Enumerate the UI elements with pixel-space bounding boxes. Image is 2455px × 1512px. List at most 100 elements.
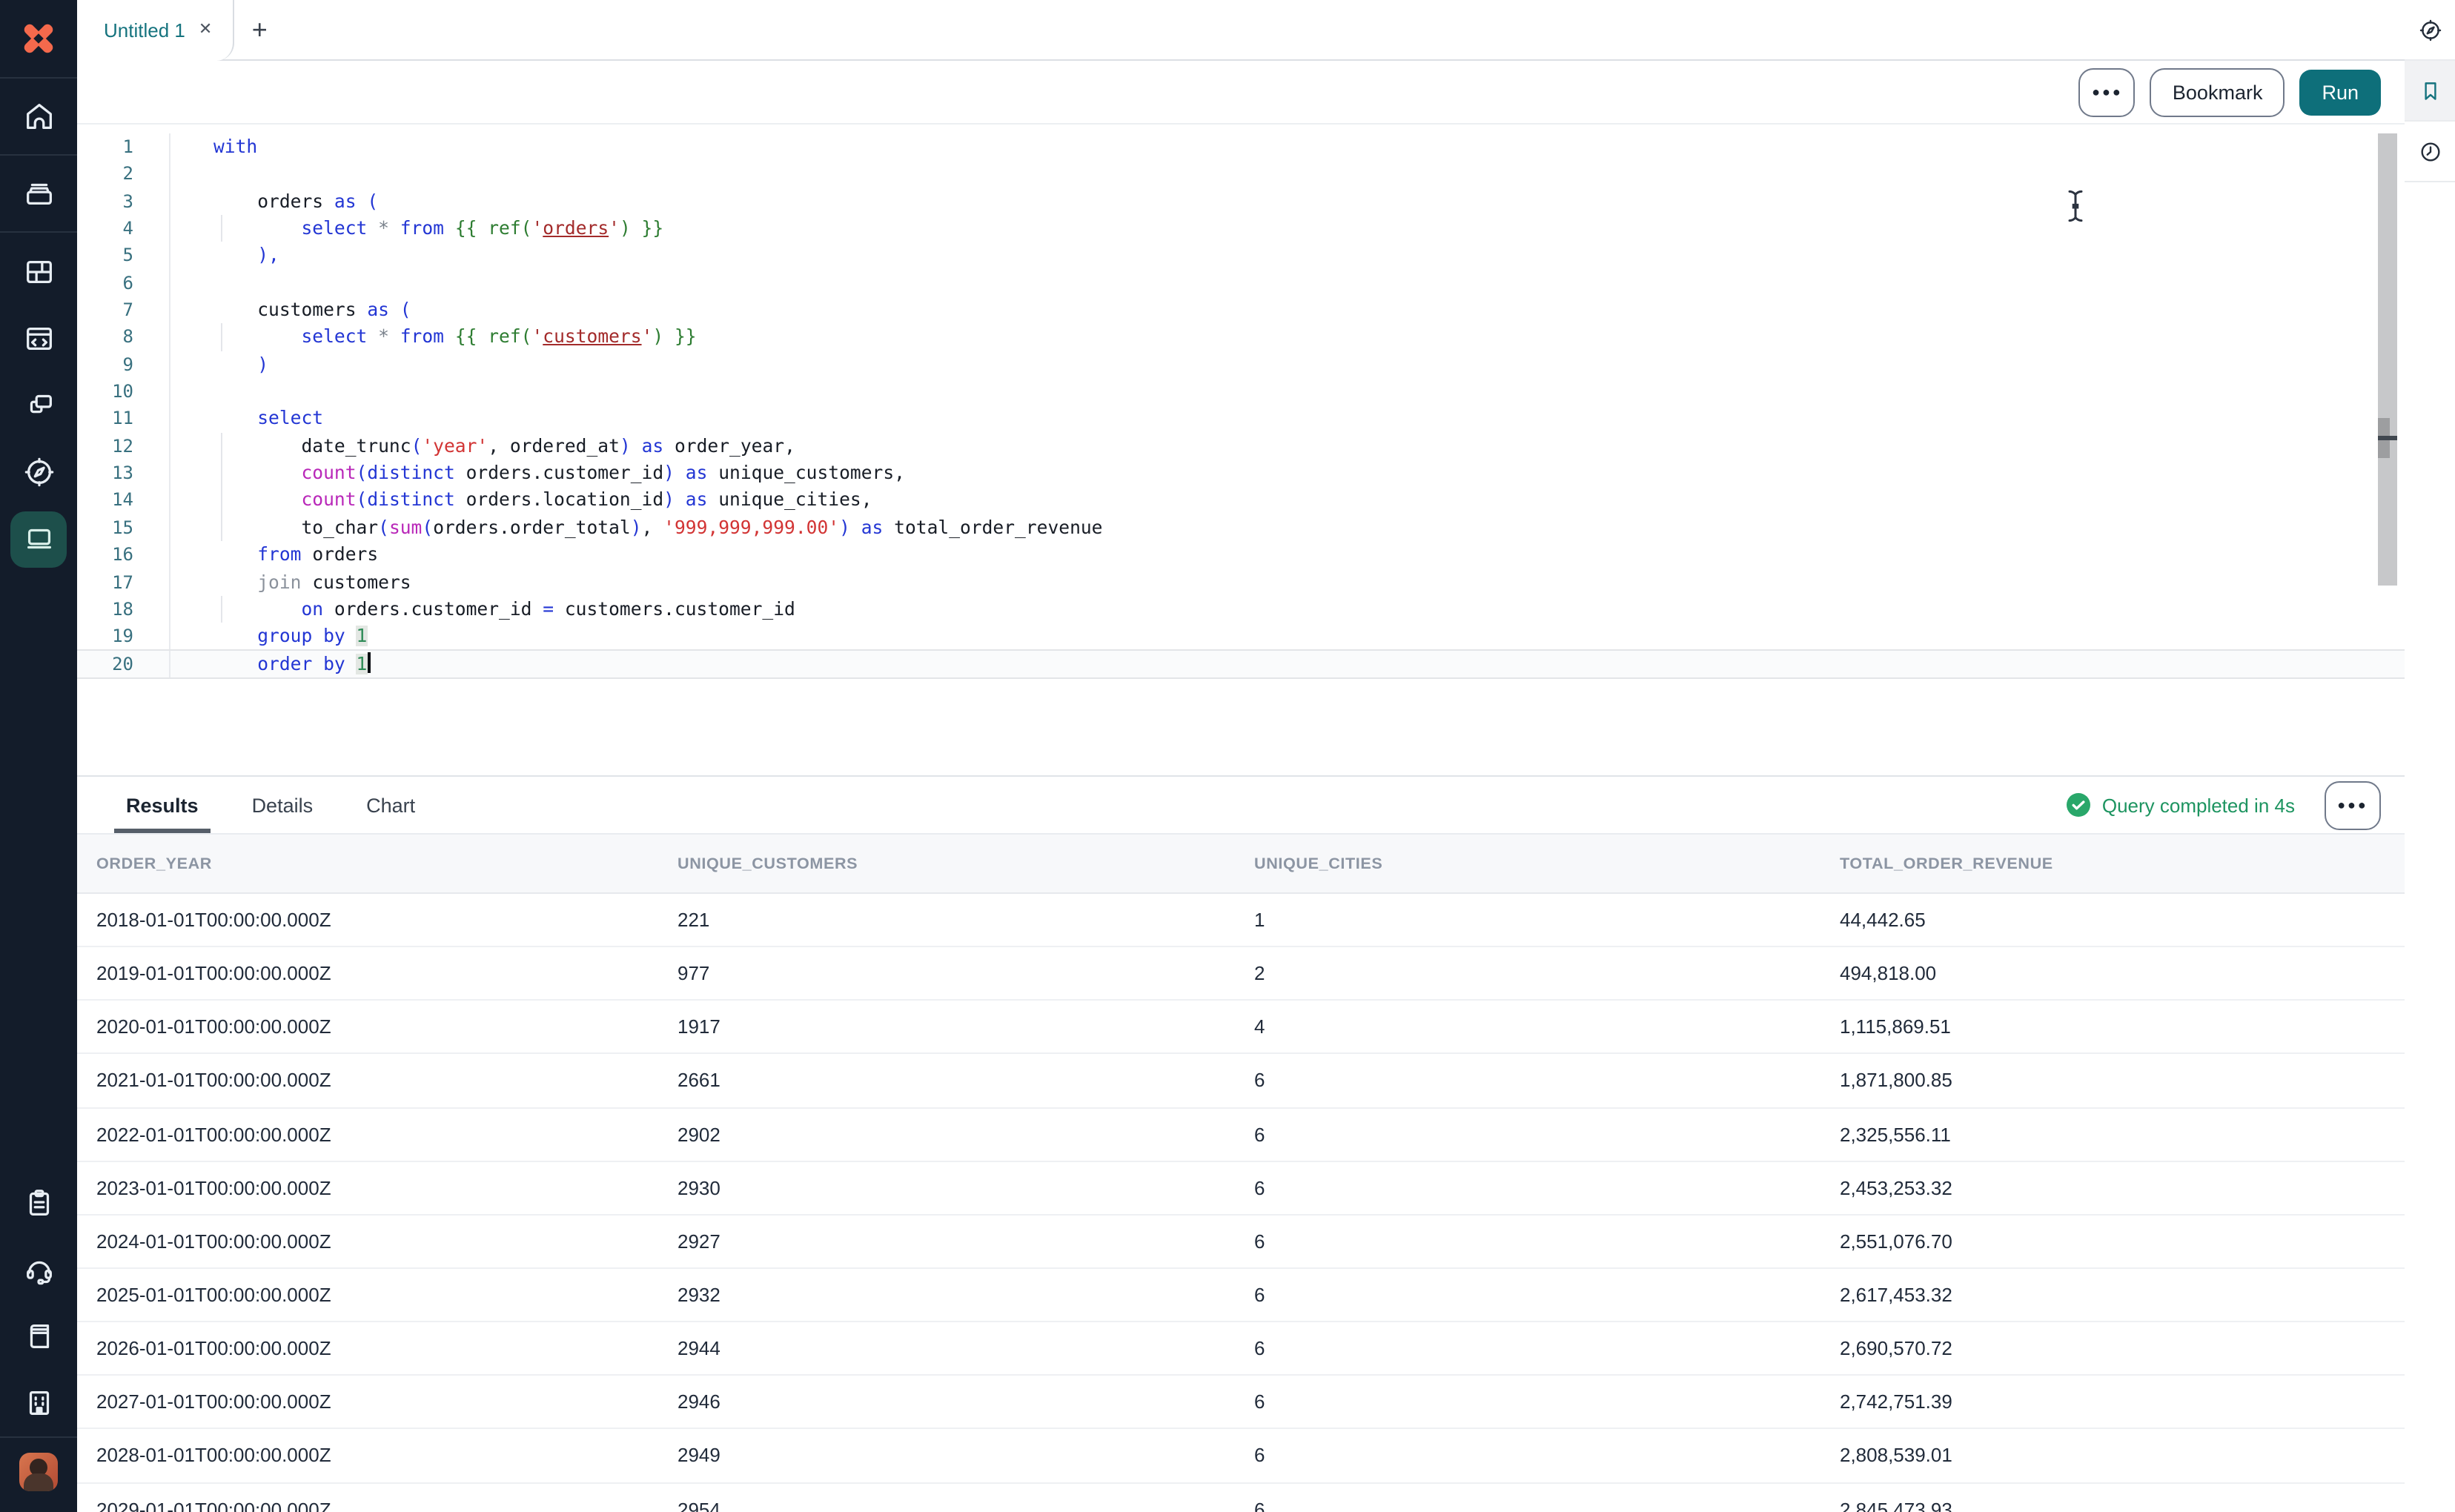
- editor-line-4[interactable]: 4 select * from {{ ref('orders') }}: [77, 215, 2405, 242]
- indent-guide: [221, 215, 222, 242]
- home-icon: [21, 99, 56, 133]
- app-logo[interactable]: [0, 0, 77, 77]
- column-header[interactable]: UNIQUE_CUSTOMERS: [677, 855, 1254, 872]
- line-number: 17: [112, 571, 133, 592]
- table-row[interactable]: 2019-01-01T00:00:00.000Z 977 2 494,818.00: [77, 947, 2405, 1001]
- terminal-icon: [21, 522, 56, 556]
- sidebar-item-building[interactable]: [0, 1370, 77, 1436]
- indent-guide: [221, 460, 222, 487]
- editor-line-20[interactable]: 20 order by 1: [77, 650, 2405, 677]
- user-avatar[interactable]: [19, 1453, 58, 1491]
- sidebar-item-inbox[interactable]: [0, 156, 77, 231]
- run-button[interactable]: Run: [2299, 69, 2381, 115]
- editor-line-5[interactable]: 5 ),: [77, 242, 2405, 270]
- line-number: 12: [112, 435, 133, 457]
- sidebar-item-headset[interactable]: [0, 1236, 77, 1303]
- table-cell: 2,617,453.32: [1840, 1284, 1952, 1307]
- results-more-button[interactable]: ●●●: [2325, 780, 2381, 829]
- table-cell: 44,442.65: [1840, 909, 1926, 932]
- editor-line-7[interactable]: 7 customers as (: [77, 296, 2405, 324]
- column-header[interactable]: ORDER_YEAR: [96, 855, 677, 872]
- indent-guide: [221, 432, 222, 460]
- editor-line-13[interactable]: 13 count(distinct orders.customer_id) as…: [77, 460, 2405, 487]
- editor-line-14[interactable]: 14 count(distinct orders.location_id) as…: [77, 486, 2405, 514]
- app-window: Untitled 1 ✕ + ●●● Bookmark Run 1 with 2 3 …: [0, 0, 2455, 1512]
- editor-line-9[interactable]: 9 ): [77, 351, 2405, 379]
- bookmark-button[interactable]: Bookmark: [2150, 67, 2285, 116]
- table-cell: 2,690,570.72: [1840, 1337, 1952, 1360]
- table-row[interactable]: 2024-01-01T00:00:00.000Z 2927 6 2,551,076.7…: [77, 1215, 2405, 1269]
- line-number: 19: [112, 626, 133, 647]
- new-tab-button[interactable]: +: [234, 0, 285, 59]
- rightrail-item-history[interactable]: [2405, 122, 2455, 181]
- editor-line-1[interactable]: 1 with: [77, 133, 2405, 161]
- editor-scrollbar[interactable]: [2378, 133, 2397, 586]
- table-row[interactable]: 2020-01-01T00:00:00.000Z 1917 4 1,115,869.5…: [77, 1001, 2405, 1055]
- sidebar-item-dashboard[interactable]: [0, 239, 77, 305]
- table-row[interactable]: 2023-01-01T00:00:00.000Z 2930 6 2,453,253.3…: [77, 1161, 2405, 1216]
- table-row[interactable]: 2029-01-01T00:00:00.000Z 2954 6 2,845,473.9…: [77, 1483, 2405, 1512]
- code-text: ): [257, 354, 269, 375]
- table-row[interactable]: 2022-01-01T00:00:00.000Z 2902 6 2,325,556.1…: [77, 1108, 2405, 1162]
- code-text: with: [213, 136, 258, 157]
- table-row[interactable]: 2027-01-01T00:00:00.000Z 2946 6 2,742,751.3…: [77, 1376, 2405, 1430]
- results-tab-chart[interactable]: Chart: [354, 777, 427, 833]
- editor-line-17[interactable]: 17 join customers: [77, 568, 2405, 596]
- sidebar-item-code-browser[interactable]: [0, 305, 77, 372]
- gutter-divider: [133, 133, 170, 161]
- column-header[interactable]: TOTAL_ORDER_REVENUE: [1840, 855, 2405, 872]
- sidebar-item-windows[interactable]: [0, 372, 77, 439]
- more-options-button[interactable]: ●●●: [2078, 67, 2136, 116]
- left-sidebar: [0, 0, 77, 1512]
- line-number: 15: [112, 517, 133, 538]
- rightrail-item-compass[interactable]: [2405, 0, 2455, 59]
- sidebar-item-terminal-active[interactable]: [0, 505, 77, 572]
- editor-line-10[interactable]: 10: [77, 378, 2405, 405]
- code-browser-icon: [21, 322, 56, 356]
- query-status-text: Query completed in 4s: [2101, 794, 2295, 816]
- editor-line-2[interactable]: 2: [77, 160, 2405, 188]
- sidebar-item-compass[interactable]: [0, 439, 77, 505]
- editor-line-16[interactable]: 16 from orders: [77, 541, 2405, 568]
- table-row[interactable]: 2018-01-01T00:00:00.000Z 221 1 44,442.65: [77, 894, 2405, 948]
- editor-line-18[interactable]: 18 on orders.customer_id = customers.cus…: [77, 595, 2405, 623]
- table-cell: 2023-01-01T00:00:00.000Z: [96, 1176, 331, 1199]
- editor-line-11[interactable]: 11 select: [77, 405, 2405, 433]
- editor-line-6[interactable]: 6: [77, 269, 2405, 297]
- editor-line-3[interactable]: 3 orders as (: [77, 188, 2405, 216]
- indent-guide: [221, 323, 222, 351]
- table-cell: 2025-01-01T00:00:00.000Z: [96, 1284, 331, 1307]
- building-icon: [21, 1386, 56, 1420]
- line-number: 16: [112, 544, 133, 566]
- column-header[interactable]: UNIQUE_CITIES: [1254, 855, 1840, 872]
- line-number: 2: [122, 163, 133, 185]
- tab-untitled-1[interactable]: Untitled 1 ✕: [77, 0, 235, 61]
- rightrail-item-bookmark[interactable]: [2405, 61, 2455, 120]
- table-row[interactable]: 2028-01-01T00:00:00.000Z 2949 6 2,808,539.0…: [77, 1429, 2405, 1484]
- sql-editor[interactable]: 1 with 2 3 orders as (4 select * from {{ re…: [77, 125, 2405, 775]
- sidebar-item-book[interactable]: [0, 1303, 77, 1370]
- results-tab-results[interactable]: Results: [114, 777, 211, 833]
- table-row[interactable]: 2025-01-01T00:00:00.000Z 2932 6 2,617,453.3…: [77, 1268, 2405, 1323]
- table-row[interactable]: 2026-01-01T00:00:00.000Z 2944 6 2,690,570.7…: [77, 1322, 2405, 1376]
- indent-guide: [221, 486, 222, 514]
- table-cell: 1: [1254, 909, 1265, 932]
- table-row[interactable]: 2021-01-01T00:00:00.000Z 2661 6 1,871,800.8…: [77, 1054, 2405, 1109]
- table-cell: 2022-01-01T00:00:00.000Z: [96, 1123, 331, 1146]
- headset-icon: [21, 1253, 56, 1287]
- results-tab-details[interactable]: Details: [240, 777, 325, 833]
- editor-line-19[interactable]: 19 group by 1: [77, 623, 2405, 651]
- tab-close-icon[interactable]: ✕: [199, 21, 212, 39]
- table-cell: 2,551,076.70: [1840, 1230, 1952, 1253]
- line-number: 4: [122, 218, 133, 239]
- sidebar-item-home[interactable]: [0, 79, 77, 154]
- editor-line-12[interactable]: 12 date_trunc('year', ordered_at) as ord…: [77, 432, 2405, 460]
- editor-line-8[interactable]: 8 select * from {{ ref('customers') }}: [77, 323, 2405, 351]
- gutter-divider: [133, 514, 170, 542]
- table-cell: 2028-01-01T00:00:00.000Z: [96, 1444, 331, 1467]
- results-table-header: ORDER_YEAR UNIQUE_CUSTOMERS UNIQUE_CITIES T…: [77, 833, 2405, 894]
- line-number: 14: [112, 489, 133, 511]
- editor-line-15[interactable]: 15 to_char(sum(orders.order_total), '999…: [77, 514, 2405, 542]
- sidebar-item-clipboard[interactable]: [0, 1170, 77, 1236]
- table-cell: 221: [677, 909, 710, 932]
